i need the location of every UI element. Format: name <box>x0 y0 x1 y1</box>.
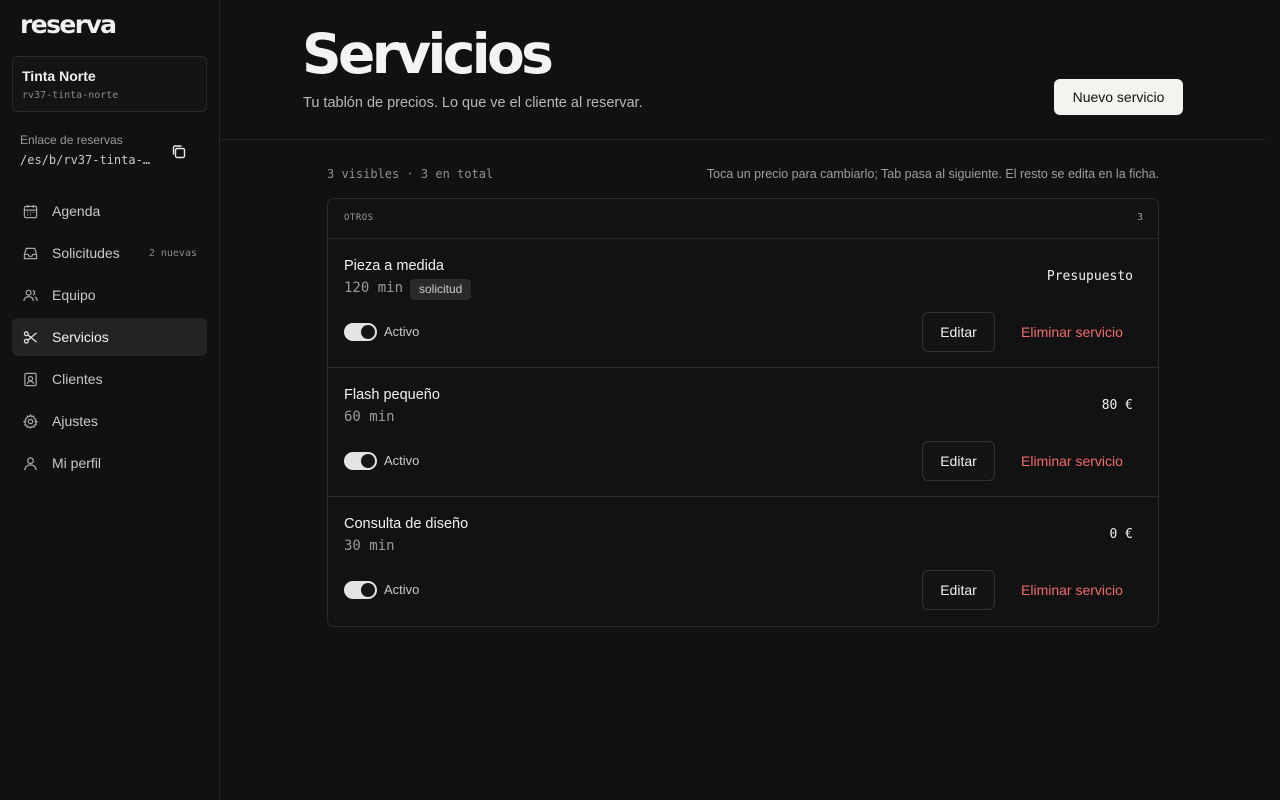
toggle-knob <box>361 325 375 339</box>
sidebar-item-clientes[interactable]: Clientes <box>12 360 207 398</box>
app-logo[interactable]: reserva <box>20 10 117 39</box>
group-label: OTROS <box>344 213 374 223</box>
service-counts: 3 visibles · 3 en total <box>327 167 494 181</box>
toggle-label: Activo <box>384 582 420 597</box>
edit-button[interactable]: Editar <box>922 441 995 481</box>
toggle-label: Activo <box>384 453 420 468</box>
sidebar-item-label: Ajustes <box>52 413 98 429</box>
service-row: Pieza a medida 120 min solicitud Presupu… <box>328 239 1158 368</box>
services-group-card: OTROS 3 Pieza a medida 120 min solicitud… <box>327 198 1159 627</box>
workspace-switcher[interactable]: Tinta Norte rv37-tinta-norte <box>12 56 207 112</box>
sidebar-item-mi-perfil[interactable]: Mi perfil <box>12 444 207 482</box>
active-toggle[interactable] <box>344 581 377 599</box>
service-duration: 120 min <box>344 280 404 296</box>
service-duration: 30 min <box>344 538 395 554</box>
sidebar-item-label: Equipo <box>52 287 96 303</box>
sidebar-item-label: Mi perfil <box>52 455 102 471</box>
service-duration: 60 min <box>344 409 395 425</box>
group-count: 3 <box>1136 212 1143 223</box>
service-price[interactable]: Presupuesto <box>1038 269 1142 284</box>
booking-link-value[interactable]: /es/b/rv37-tinta-norte <box>20 153 155 167</box>
service-price[interactable]: 80 € <box>1093 398 1142 413</box>
active-toggle[interactable] <box>344 323 377 341</box>
sidebar: reserva Tinta Norte rv37-tinta-norte Enl… <box>0 0 220 800</box>
workspace-slug: rv37-tinta-norte <box>22 90 119 101</box>
service-price[interactable]: 0 € <box>1101 527 1142 542</box>
inbox-icon <box>23 246 38 261</box>
service-tag: solicitud <box>410 279 472 300</box>
sidebar-item-label: Solicitudes <box>52 245 120 261</box>
toggle-label: Activo <box>384 324 420 339</box>
copy-icon[interactable] <box>169 142 189 162</box>
delete-service-button[interactable]: Eliminar servicio <box>1008 441 1136 481</box>
scissors-icon <box>23 330 38 345</box>
service-row: Consulta de diseño 30 min 0 € Activo Edi… <box>328 497 1158 626</box>
toggle-knob <box>361 583 375 597</box>
service-name: Pieza a medida <box>344 258 444 274</box>
workspace-name: Tinta Norte <box>22 68 96 84</box>
sidebar-item-label: Servicios <box>52 329 109 345</box>
toggle-knob <box>361 454 375 468</box>
booking-link-label: Enlace de reservas <box>20 133 123 147</box>
sidebar-item-ajustes[interactable]: Ajustes <box>12 402 207 440</box>
requests-badge: 2 nuevas <box>148 248 197 259</box>
service-name: Flash pequeño <box>344 387 440 403</box>
contact-icon <box>23 372 38 387</box>
users-icon <box>23 288 38 303</box>
group-header: OTROS 3 <box>328 199 1158 239</box>
delete-service-button[interactable]: Eliminar servicio <box>1008 570 1136 610</box>
calendar-icon <box>23 204 38 219</box>
user-icon <box>23 456 38 471</box>
service-name: Consulta de diseño <box>344 516 469 532</box>
sidebar-item-equipo[interactable]: Equipo <box>12 276 207 314</box>
sidebar-item-agenda[interactable]: Agenda <box>12 192 207 230</box>
header-divider <box>221 139 1265 140</box>
service-row: Flash pequeño 60 min 80 € Activo Editar … <box>328 368 1158 497</box>
main-nav: Agenda Solicitudes 2 nuevas Equipo Servi… <box>12 192 207 486</box>
page-subtitle: Tu tablón de precios. Lo que ve el clien… <box>303 95 643 111</box>
gear-icon <box>23 413 38 429</box>
active-toggle[interactable] <box>344 452 377 470</box>
sidebar-item-servicios[interactable]: Servicios <box>12 318 207 356</box>
edit-button[interactable]: Editar <box>922 312 995 352</box>
edit-button[interactable]: Editar <box>922 570 995 610</box>
delete-service-button[interactable]: Eliminar servicio <box>1008 312 1136 352</box>
sidebar-item-label: Agenda <box>52 203 101 219</box>
new-service-button[interactable]: Nuevo servicio <box>1054 79 1183 115</box>
page-title: Servicios <box>302 22 554 86</box>
edit-hint: Toca un precio para cambiarlo; Tab pasa … <box>706 167 1159 181</box>
sidebar-item-solicitudes[interactable]: Solicitudes 2 nuevas <box>12 234 207 272</box>
sidebar-item-label: Clientes <box>52 371 103 387</box>
